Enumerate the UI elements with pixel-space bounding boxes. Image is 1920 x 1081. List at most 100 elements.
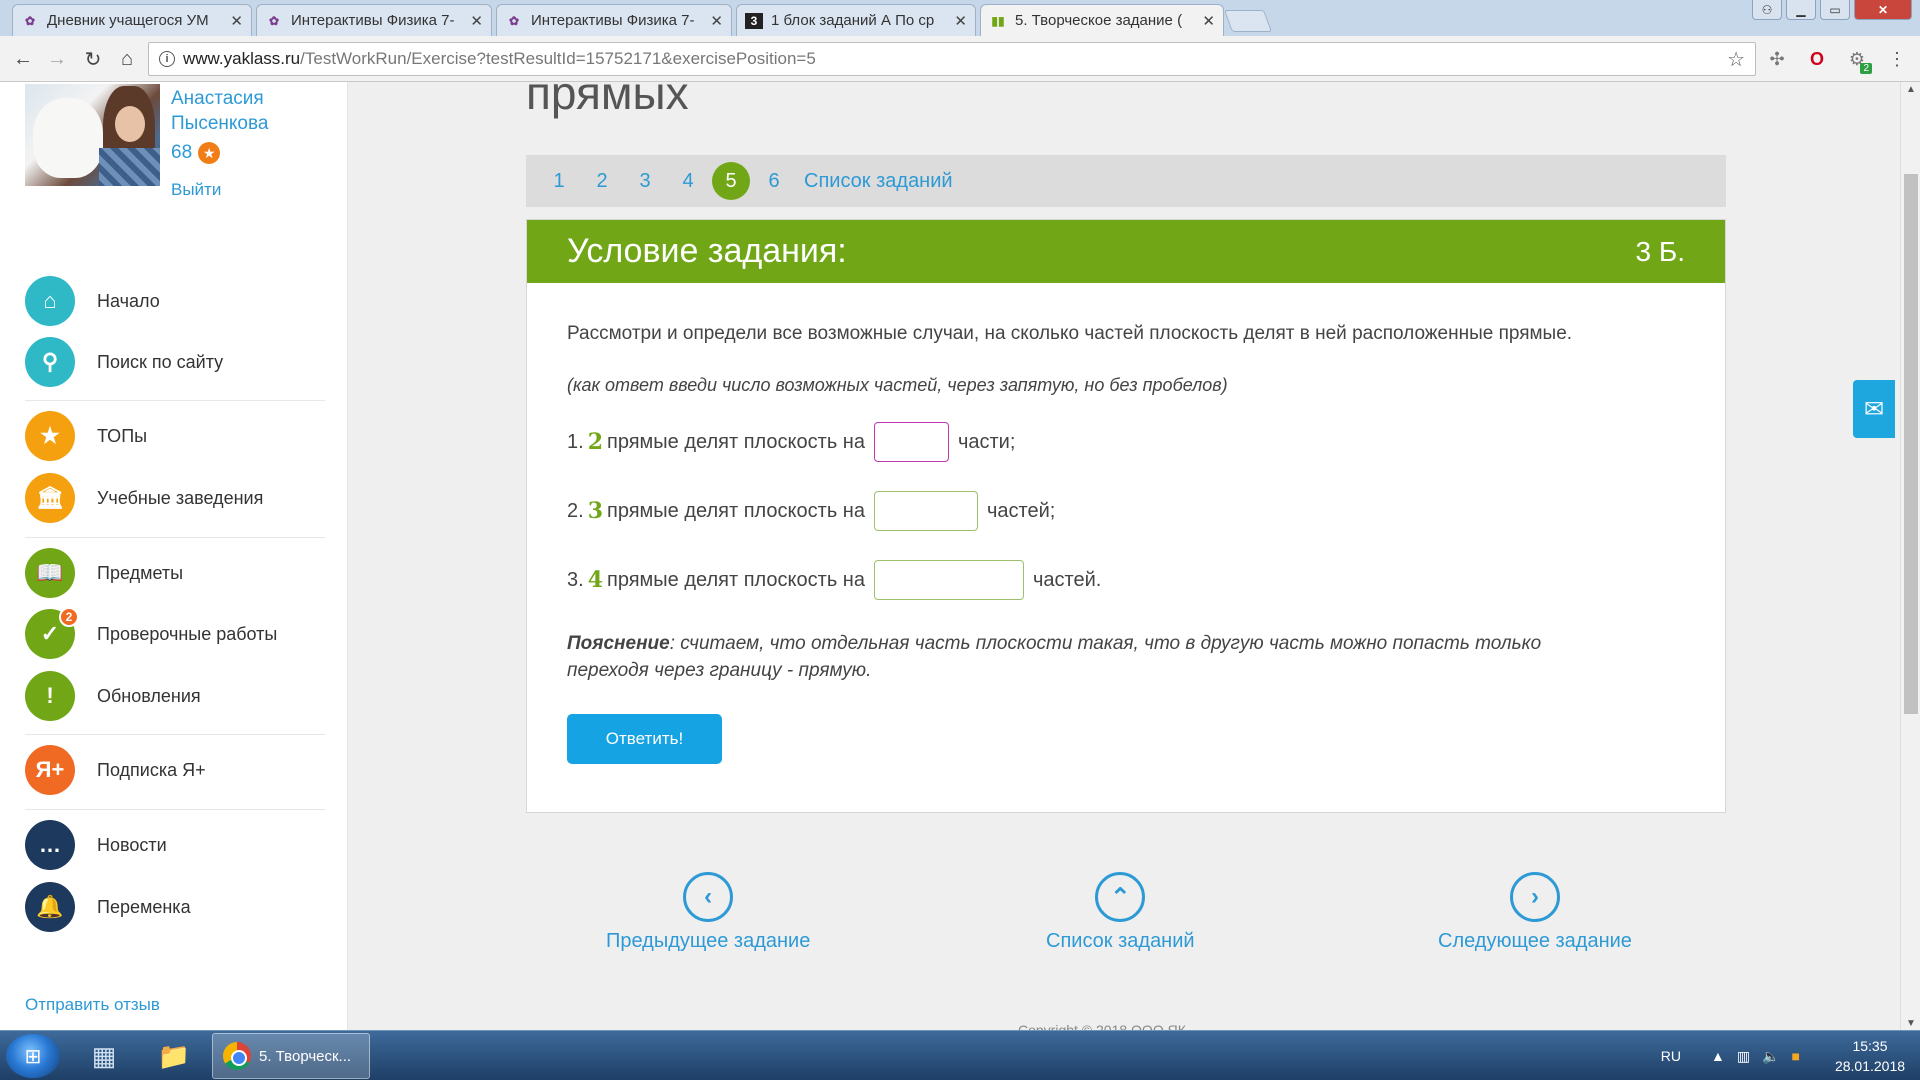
page-link[interactable]: 1: [540, 162, 578, 200]
logout-link[interactable]: Выйти: [171, 180, 221, 200]
browser-tab[interactable]: ✿ Интерактивы Физика 7- ✕: [256, 4, 492, 36]
feedback-link[interactable]: Отправить отзыв: [25, 995, 160, 1015]
divider: [25, 400, 325, 401]
start-button[interactable]: ⊞: [6, 1034, 60, 1078]
answer-input[interactable]: [873, 560, 1024, 600]
minimize-button[interactable]: ▁: [1786, 0, 1816, 20]
page-link[interactable]: 6: [755, 162, 793, 200]
menu-icon[interactable]: ⋮: [1886, 48, 1908, 70]
sidebar-item-updates[interactable]: ! Обновления: [25, 671, 325, 721]
task-body: Рассмотри и определи все возможные случа…: [527, 283, 1725, 764]
user-icon[interactable]: ⚇: [1752, 0, 1782, 20]
close-window-button[interactable]: ✕: [1854, 0, 1912, 20]
tray-arrow-icon[interactable]: ▲: [1711, 1048, 1725, 1064]
close-icon[interactable]: ✕: [470, 12, 483, 30]
browser-tab[interactable]: 3 1 блок заданий А По ср ✕: [736, 4, 976, 36]
forward-icon[interactable]: →: [44, 46, 70, 72]
sidebar-item-subscription[interactable]: Я+ Подписка Я+: [25, 745, 325, 795]
new-tab-button[interactable]: [1223, 10, 1273, 32]
calculator-icon[interactable]: ▦: [74, 1035, 134, 1077]
question-row: 1. 2 прямые делят плоскость на части;: [567, 422, 1685, 462]
copyright: Copyright © 2018 ООО ЯК: [1018, 1022, 1186, 1030]
question-row: 3. 4 прямые делят плоскость на частей.: [567, 560, 1685, 600]
scroll-down-icon[interactable]: ▼: [1901, 1016, 1920, 1030]
sidebar-item-news[interactable]: … Новости: [25, 820, 325, 870]
close-icon[interactable]: ✕: [230, 12, 243, 30]
sidebar-item-tests[interactable]: ✓ 2 Проверочные работы: [25, 607, 325, 659]
school-icon: 🏛: [25, 473, 75, 523]
browser-tab[interactable]: ✿ Дневник учащегося УМ ✕: [12, 4, 252, 36]
chevron-right-icon: ›: [1509, 872, 1560, 922]
task-title: Условие задания:: [567, 232, 847, 270]
exclamation-icon: !: [25, 671, 75, 721]
task-points: 3 Б.: [1635, 235, 1685, 267]
back-icon[interactable]: ←: [10, 46, 36, 72]
reload-icon[interactable]: ↻: [80, 46, 106, 72]
app-tray-icon[interactable]: ■: [1792, 1048, 1800, 1064]
home-icon[interactable]: ⌂: [114, 46, 140, 72]
previous-task-link[interactable]: ‹ Предыдущее задание: [606, 872, 810, 953]
sidebar-item-subjects[interactable]: 📖 Предметы: [25, 548, 325, 598]
extension-icon[interactable]: ⚙ 2: [1846, 48, 1872, 74]
browser-tab[interactable]: ✿ Интерактивы Физика 7- ✕: [496, 4, 732, 36]
page-link[interactable]: 2: [583, 162, 621, 200]
star-icon: ★: [25, 411, 75, 461]
divider: [25, 809, 325, 810]
bell-icon: 🔔: [25, 882, 75, 932]
user-name[interactable]: Анастасия Пысенкова: [171, 86, 341, 136]
maximize-button[interactable]: ▭: [1820, 0, 1850, 20]
scroll-thumb[interactable]: [1904, 174, 1918, 714]
task-pager: 1 2 3 4 5 6 Список заданий: [526, 155, 1726, 207]
answer-input[interactable]: [873, 422, 949, 462]
next-task-link[interactable]: › Следующее задание: [1438, 872, 1632, 953]
sidebar-item-search[interactable]: ⚲ Поиск по сайту: [25, 337, 325, 387]
extension-puzzle-icon[interactable]: ✣: [1766, 48, 1788, 70]
chevron-up-icon: ⌃: [1095, 872, 1146, 922]
submit-button[interactable]: Ответить!: [567, 714, 722, 764]
sidebar: Анастасия Пысенкова 68 ★ Выйти ⌂ Начало …: [0, 82, 348, 1030]
info-icon[interactable]: i: [159, 51, 175, 67]
sidebar-item-home[interactable]: ⌂ Начало: [25, 276, 325, 326]
close-icon[interactable]: ✕: [1202, 12, 1215, 30]
chrome-icon: [223, 1042, 251, 1070]
page-link-active[interactable]: 5: [712, 162, 750, 200]
sidebar-item-schools[interactable]: 🏛 Учебные заведения: [25, 473, 325, 523]
mail-icon[interactable]: ✉: [1853, 380, 1895, 438]
browser-tab-active[interactable]: ▮▮ 5. Творческое задание ( ✕: [980, 4, 1224, 36]
page-link[interactable]: 4: [669, 162, 707, 200]
page-link[interactable]: 3: [626, 162, 664, 200]
folder-icon[interactable]: 📁: [144, 1035, 204, 1077]
window-controls: ⚇ ▁ ▭ ✕: [1752, 0, 1912, 20]
answer-input[interactable]: [873, 491, 978, 531]
home-icon: ⌂: [25, 276, 75, 326]
language-indicator[interactable]: RU: [1661, 1048, 1681, 1064]
network-icon[interactable]: ▥: [1737, 1048, 1750, 1065]
main-content: прямых 1 2 3 4 5 6 Список заданий Услови…: [348, 82, 1900, 1030]
star-icon: ★: [198, 142, 221, 164]
address-bar[interactable]: i www.yaklass.ru /TestWorkRun/Exercise?t…: [148, 42, 1756, 76]
extension-badge: 2: [1860, 63, 1872, 74]
check-icon: ✓ 2: [25, 607, 79, 659]
sidebar-item-break[interactable]: 🔔 Переменка: [25, 882, 325, 932]
close-icon[interactable]: ✕: [710, 12, 723, 30]
taskbar-chrome-app[interactable]: 5. Творческ...: [212, 1033, 370, 1079]
bookmark-star-icon[interactable]: ☆: [1727, 47, 1745, 72]
volume-icon[interactable]: 🔈: [1762, 1048, 1779, 1065]
book-icon: 📖: [25, 548, 75, 598]
url-host: www.yaklass.ru: [183, 49, 301, 68]
opera-icon[interactable]: O: [1806, 48, 1828, 70]
clock[interactable]: 15:35 28.01.2018: [1820, 1036, 1920, 1076]
eduportal-icon: ✿: [268, 13, 280, 28]
scrollbar[interactable]: ▲ ▼: [1900, 82, 1920, 1030]
avatar[interactable]: [25, 84, 160, 186]
url-path: /TestWorkRun/Exercise?testResultId=15752…: [300, 49, 816, 68]
task-list-link[interactable]: Список заданий: [804, 170, 953, 193]
task-hint: (как ответ введи число возможных частей,…: [567, 375, 1228, 395]
task-list-bottom-link[interactable]: ⌃ Список заданий: [1046, 872, 1195, 953]
sidebar-item-tops[interactable]: ★ ТОПы: [25, 411, 325, 461]
scroll-up-icon[interactable]: ▲: [1901, 82, 1920, 96]
eduportal-icon: ✿: [24, 13, 36, 28]
explanation: Пояснение: считаем, что отдельная часть …: [567, 633, 1542, 681]
search-icon: ⚲: [25, 337, 75, 387]
close-icon[interactable]: ✕: [954, 12, 967, 30]
